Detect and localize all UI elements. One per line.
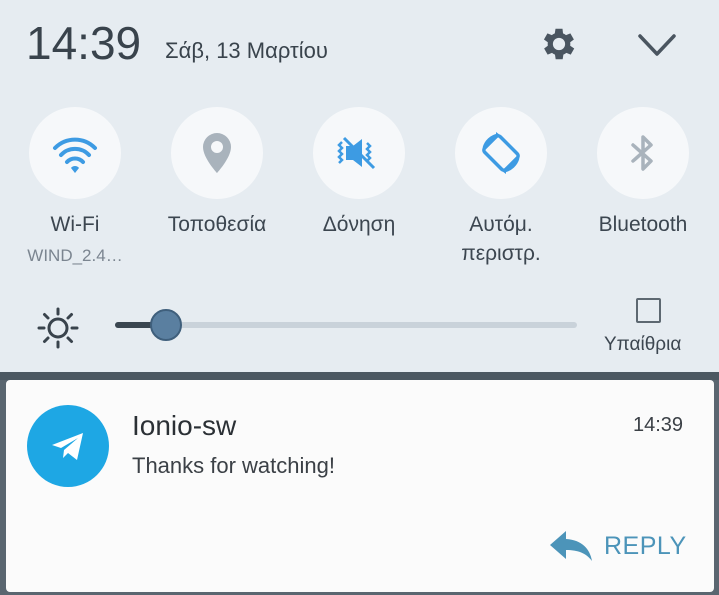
bluetooth-label: Bluetooth [598, 213, 688, 236]
bluetooth-toggle[interactable] [597, 107, 689, 199]
notification-time: 14:39 [633, 414, 684, 436]
chevron-down-icon[interactable] [636, 30, 678, 62]
clock: 14:39 [26, 17, 142, 69]
telegram-icon [27, 405, 109, 487]
gear-icon[interactable] [538, 23, 580, 65]
reply-icon [550, 531, 592, 561]
location-icon [203, 133, 231, 173]
wifi-toggle[interactable] [29, 107, 121, 199]
quick-panel: 14:39 Σάβ, 13 Μαρτίου Wi-Fi WIND_2.4… Το… [0, 0, 719, 372]
auto-rotate-label-line2: περιστρ. [461, 242, 541, 265]
location-label: Τοποθεσία [167, 213, 267, 236]
auto-rotate-label-line1: Αυτόμ. [469, 213, 533, 236]
reply-button[interactable]: REPLY [548, 526, 687, 566]
wifi-label: Wi-Fi [50, 213, 100, 236]
brightness-slider-thumb[interactable] [149, 309, 182, 341]
location-toggle[interactable] [171, 107, 263, 199]
date: Σάβ, 13 Μαρτίου [165, 38, 328, 63]
vibrate-icon [337, 136, 376, 170]
brightness-slider-track[interactable] [115, 322, 577, 328]
background-peek [0, 372, 719, 380]
vibrate-label: Δόνηση [322, 213, 396, 236]
outdoor-mode-checkbox[interactable] [636, 298, 661, 323]
vibrate-toggle[interactable] [313, 107, 405, 199]
reply-label: REPLY [604, 531, 687, 560]
bluetooth-icon [631, 135, 653, 171]
wifi-network-name: WIND_2.4… [27, 246, 123, 265]
wifi-icon [53, 137, 97, 173]
auto-rotate-icon [482, 132, 520, 174]
notification-title: Ionio-sw [132, 410, 237, 441]
auto-rotate-toggle[interactable] [455, 107, 547, 199]
outdoor-mode-label: Υπαίθρια [604, 334, 682, 355]
brightness-icon [35, 305, 81, 351]
notification-text: Thanks for watching! [132, 453, 335, 478]
